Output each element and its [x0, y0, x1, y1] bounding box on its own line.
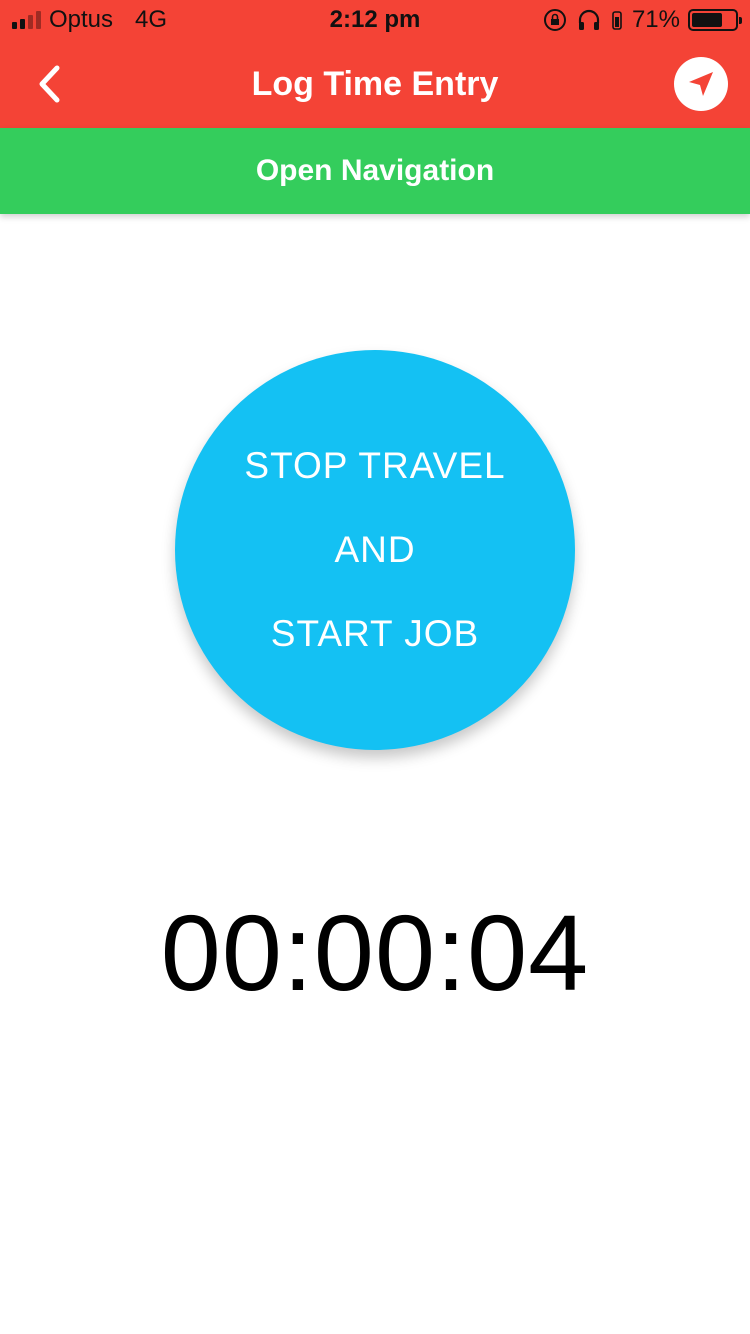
open-navigation-button[interactable]: Open Navigation: [0, 128, 750, 214]
navigate-button[interactable]: [674, 57, 728, 111]
status-left: Optus 4G: [12, 6, 167, 34]
signal-icon: [12, 11, 41, 29]
header: Log Time Entry: [0, 40, 750, 128]
chevron-left-icon: [39, 65, 60, 103]
status-right: 71%: [542, 6, 742, 34]
headphone-battery-icon: [612, 11, 622, 30]
carrier-name: Optus: [49, 6, 114, 33]
action-label-line2: AND: [334, 529, 416, 570]
back-button[interactable]: [22, 56, 78, 112]
action-label-line1: STOP TRAVEL: [244, 445, 506, 486]
elapsed-timer: 00:00:04: [160, 892, 590, 1013]
battery-percent: 71%: [631, 6, 680, 33]
headphones-icon: [578, 9, 600, 30]
status-bar: Optus 4G 2:12 pm 71%: [0, 0, 750, 40]
action-label-line3: START JOB: [270, 613, 480, 654]
stop-travel-start-job-button[interactable]: STOP TRAVEL AND START JOB: [175, 350, 575, 750]
navigation-arrow-icon: [689, 72, 713, 96]
network-type: 4G: [135, 6, 168, 33]
battery-fill: [692, 13, 722, 27]
rotation-lock-icon: [543, 9, 566, 31]
battery-icon: [688, 9, 742, 31]
page-title: Log Time Entry: [251, 64, 499, 103]
